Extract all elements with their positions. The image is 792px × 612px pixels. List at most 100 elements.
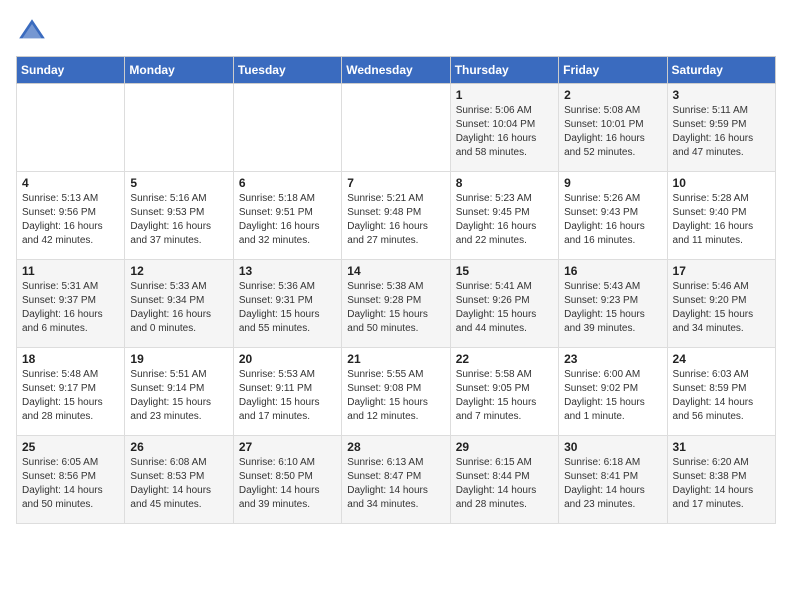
cell-content: Sunrise: 5:43 AM Sunset: 9:23 PM Dayligh… <box>564 280 661 336</box>
header-tuesday: Tuesday <box>233 57 341 84</box>
calendar-cell: 9 Sunrise: 5:26 AM Sunset: 9:43 PM Daylig… <box>559 172 667 260</box>
cell-content: Sunrise: 5:53 AM Sunset: 9:11 PM Dayligh… <box>239 368 336 424</box>
calendar-cell: 20Sunrise: 5:53 AM Sunset: 9:11 PM Dayli… <box>233 348 341 436</box>
day-number: 13 <box>239 264 336 278</box>
week-row-1: 4Sunrise: 5:13 AM Sunset: 9:56 PM Daylig… <box>17 172 776 260</box>
day-number: 2 <box>564 88 661 102</box>
cell-content: Sunrise: 5:28 AM Sunset: 9:40 PM Dayligh… <box>673 192 770 248</box>
header-thursday: Thursday <box>450 57 558 84</box>
week-row-3: 18 Sunrise: 5:48 AM Sunset: 9:17 PM Dayli… <box>17 348 776 436</box>
cell-content: Sunrise: 5:48 AM Sunset: 9:17 PM Dayligh… <box>22 368 119 424</box>
calendar-cell: 7 Sunrise: 5:21 AM Sunset: 9:48 PM Daylig… <box>342 172 450 260</box>
week-row-2: 11 Sunrise: 5:31 AM Sunset: 9:37 PM Dayli… <box>17 260 776 348</box>
day-number: 26 <box>130 440 227 454</box>
cell-content: Sunrise: 6:03 AM Sunset: 8:59 PM Dayligh… <box>673 368 770 424</box>
day-number: 1 <box>456 88 553 102</box>
cell-content: Sunrise: 5:33 AM Sunset: 9:34 PM Dayligh… <box>130 280 227 336</box>
day-number: 6 <box>239 176 336 190</box>
day-number: 25 <box>22 440 119 454</box>
cell-content: Sunrise: 5:23 AM Sunset: 9:45 PM Dayligh… <box>456 192 553 248</box>
calendar-cell: 1 Sunrise: 5:06 AM Sunset: 10:04 PM Dayli… <box>450 84 558 172</box>
day-number: 12 <box>130 264 227 278</box>
calendar-cell <box>342 84 450 172</box>
week-row-0: 1 Sunrise: 5:06 AM Sunset: 10:04 PM Dayli… <box>17 84 776 172</box>
header-sunday: Sunday <box>17 57 125 84</box>
cell-content: Sunrise: 5:11 AM Sunset: 9:59 PM Dayligh… <box>673 104 770 160</box>
cell-content: Sunrise: 5:36 AM Sunset: 9:31 PM Dayligh… <box>239 280 336 336</box>
day-number: 24 <box>673 352 770 366</box>
calendar-cell: 10 Sunrise: 5:28 AM Sunset: 9:40 PM Dayli… <box>667 172 775 260</box>
day-number: 23 <box>564 352 661 366</box>
calendar-cell: 30 Sunrise: 6:18 AM Sunset: 8:41 PM Dayli… <box>559 436 667 524</box>
day-number: 18 <box>22 352 119 366</box>
day-number: 21 <box>347 352 444 366</box>
calendar-cell: 15 Sunrise: 5:41 AM Sunset: 9:26 PM Dayli… <box>450 260 558 348</box>
day-number: 27 <box>239 440 336 454</box>
day-number: 28 <box>347 440 444 454</box>
calendar-cell: 25 Sunrise: 6:05 AM Sunset: 8:56 PM Dayli… <box>17 436 125 524</box>
header-friday: Friday <box>559 57 667 84</box>
day-number: 8 <box>456 176 553 190</box>
calendar-cell: 22 Sunrise: 5:58 AM Sunset: 9:05 PM Dayli… <box>450 348 558 436</box>
cell-content: Sunrise: 5:31 AM Sunset: 9:37 PM Dayligh… <box>22 280 119 336</box>
day-number: 31 <box>673 440 770 454</box>
calendar-cell <box>125 84 233 172</box>
logo <box>16 16 52 48</box>
day-number: 7 <box>347 176 444 190</box>
calendar-cell: 29 Sunrise: 6:15 AM Sunset: 8:44 PM Dayli… <box>450 436 558 524</box>
header-monday: Monday <box>125 57 233 84</box>
cell-content: Sunrise: 5:21 AM Sunset: 9:48 PM Dayligh… <box>347 192 444 248</box>
calendar-table: SundayMondayTuesdayWednesdayThursdayFrid… <box>16 56 776 524</box>
cell-content: Sunrise: 5:18 AM Sunset: 9:51 PM Dayligh… <box>239 192 336 248</box>
day-number: 9 <box>564 176 661 190</box>
cell-content: Sunrise: 5:08 AM Sunset: 10:01 PM Daylig… <box>564 104 661 160</box>
cell-content: Sunrise: 5:46 AM Sunset: 9:20 PM Dayligh… <box>673 280 770 336</box>
cell-content: Sunrise: 5:51 AM Sunset: 9:14 PM Dayligh… <box>130 368 227 424</box>
calendar-cell: 14Sunrise: 5:38 AM Sunset: 9:28 PM Dayli… <box>342 260 450 348</box>
day-number: 15 <box>456 264 553 278</box>
cell-content: Sunrise: 5:16 AM Sunset: 9:53 PM Dayligh… <box>130 192 227 248</box>
cell-content: Sunrise: 5:38 AM Sunset: 9:28 PM Dayligh… <box>347 280 444 336</box>
calendar-header: SundayMondayTuesdayWednesdayThursdayFrid… <box>17 57 776 84</box>
calendar-cell: 19Sunrise: 5:51 AM Sunset: 9:14 PM Dayli… <box>125 348 233 436</box>
calendar-cell: 17 Sunrise: 5:46 AM Sunset: 9:20 PM Dayli… <box>667 260 775 348</box>
calendar-cell: 31 Sunrise: 6:20 AM Sunset: 8:38 PM Dayli… <box>667 436 775 524</box>
calendar-cell: 6 Sunrise: 5:18 AM Sunset: 9:51 PM Daylig… <box>233 172 341 260</box>
calendar-cell: 23 Sunrise: 6:00 AM Sunset: 9:02 PM Dayli… <box>559 348 667 436</box>
header <box>16 16 776 48</box>
header-row: SundayMondayTuesdayWednesdayThursdayFrid… <box>17 57 776 84</box>
cell-content: Sunrise: 6:20 AM Sunset: 8:38 PM Dayligh… <box>673 456 770 512</box>
day-number: 10 <box>673 176 770 190</box>
cell-content: Sunrise: 5:26 AM Sunset: 9:43 PM Dayligh… <box>564 192 661 248</box>
cell-content: Sunrise: 6:00 AM Sunset: 9:02 PM Dayligh… <box>564 368 661 424</box>
calendar-cell: 21Sunrise: 5:55 AM Sunset: 9:08 PM Dayli… <box>342 348 450 436</box>
calendar-cell: 8 Sunrise: 5:23 AM Sunset: 9:45 PM Daylig… <box>450 172 558 260</box>
cell-content: Sunrise: 6:10 AM Sunset: 8:50 PM Dayligh… <box>239 456 336 512</box>
calendar-cell: 12 Sunrise: 5:33 AM Sunset: 9:34 PM Dayli… <box>125 260 233 348</box>
calendar-cell: 26Sunrise: 6:08 AM Sunset: 8:53 PM Dayli… <box>125 436 233 524</box>
day-number: 22 <box>456 352 553 366</box>
calendar-cell: 5 Sunrise: 5:16 AM Sunset: 9:53 PM Daylig… <box>125 172 233 260</box>
day-number: 11 <box>22 264 119 278</box>
calendar-cell: 16Sunrise: 5:43 AM Sunset: 9:23 PM Dayli… <box>559 260 667 348</box>
cell-content: Sunrise: 6:18 AM Sunset: 8:41 PM Dayligh… <box>564 456 661 512</box>
calendar-cell: 3Sunrise: 5:11 AM Sunset: 9:59 PM Daylig… <box>667 84 775 172</box>
calendar-cell: 2 Sunrise: 5:08 AM Sunset: 10:01 PM Dayli… <box>559 84 667 172</box>
header-saturday: Saturday <box>667 57 775 84</box>
calendar-cell <box>17 84 125 172</box>
calendar-cell: 28 Sunrise: 6:13 AM Sunset: 8:47 PM Dayli… <box>342 436 450 524</box>
cell-content: Sunrise: 5:13 AM Sunset: 9:56 PM Dayligh… <box>22 192 119 248</box>
cell-content: Sunrise: 6:05 AM Sunset: 8:56 PM Dayligh… <box>22 456 119 512</box>
cell-content: Sunrise: 6:13 AM Sunset: 8:47 PM Dayligh… <box>347 456 444 512</box>
cell-content: Sunrise: 5:41 AM Sunset: 9:26 PM Dayligh… <box>456 280 553 336</box>
day-number: 29 <box>456 440 553 454</box>
week-row-4: 25 Sunrise: 6:05 AM Sunset: 8:56 PM Dayli… <box>17 436 776 524</box>
cell-content: Sunrise: 5:06 AM Sunset: 10:04 PM Daylig… <box>456 104 553 160</box>
cell-content: Sunrise: 5:58 AM Sunset: 9:05 PM Dayligh… <box>456 368 553 424</box>
day-number: 30 <box>564 440 661 454</box>
day-number: 5 <box>130 176 227 190</box>
cell-content: Sunrise: 6:15 AM Sunset: 8:44 PM Dayligh… <box>456 456 553 512</box>
calendar-cell: 13 Sunrise: 5:36 AM Sunset: 9:31 PM Dayli… <box>233 260 341 348</box>
calendar-body: 1 Sunrise: 5:06 AM Sunset: 10:04 PM Dayli… <box>17 84 776 524</box>
day-number: 17 <box>673 264 770 278</box>
